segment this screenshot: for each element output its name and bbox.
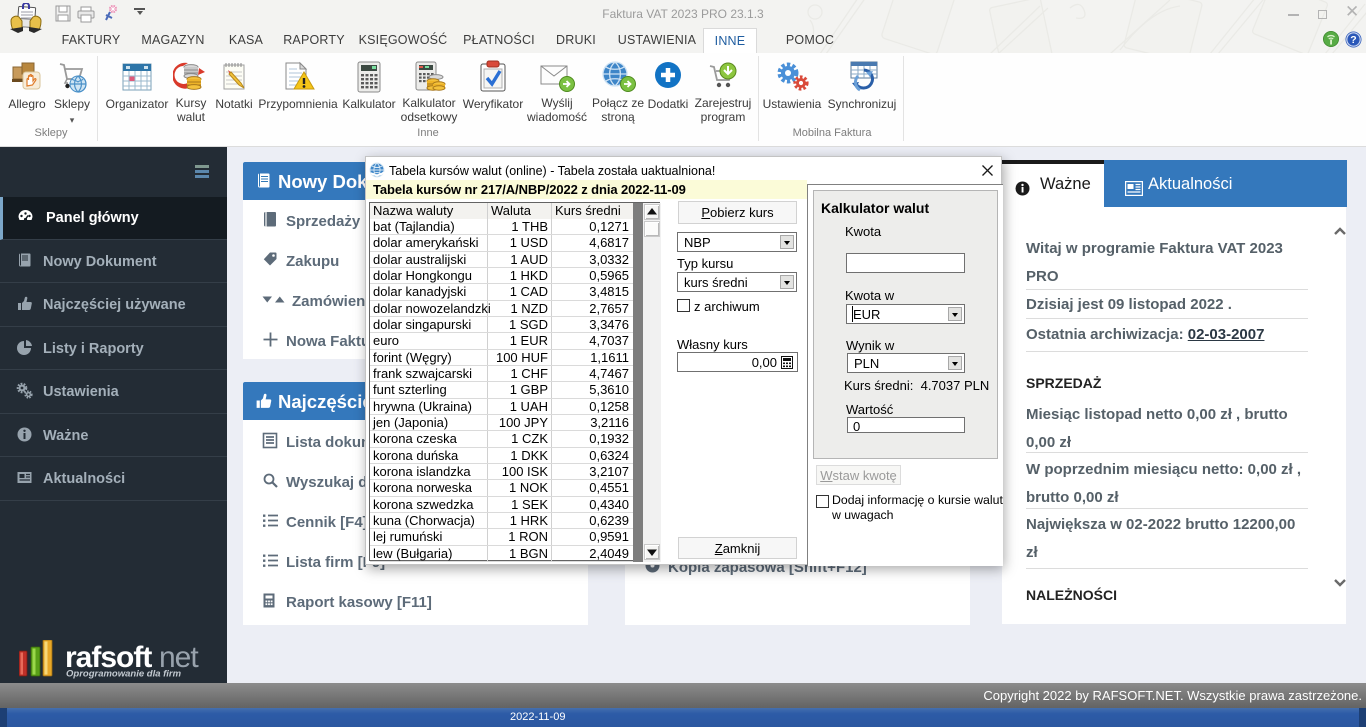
svg-text:Oprogramowanie dla firm: Oprogramowanie dla firm: [66, 669, 182, 680]
svg-text:?: ?: [1350, 34, 1356, 46]
